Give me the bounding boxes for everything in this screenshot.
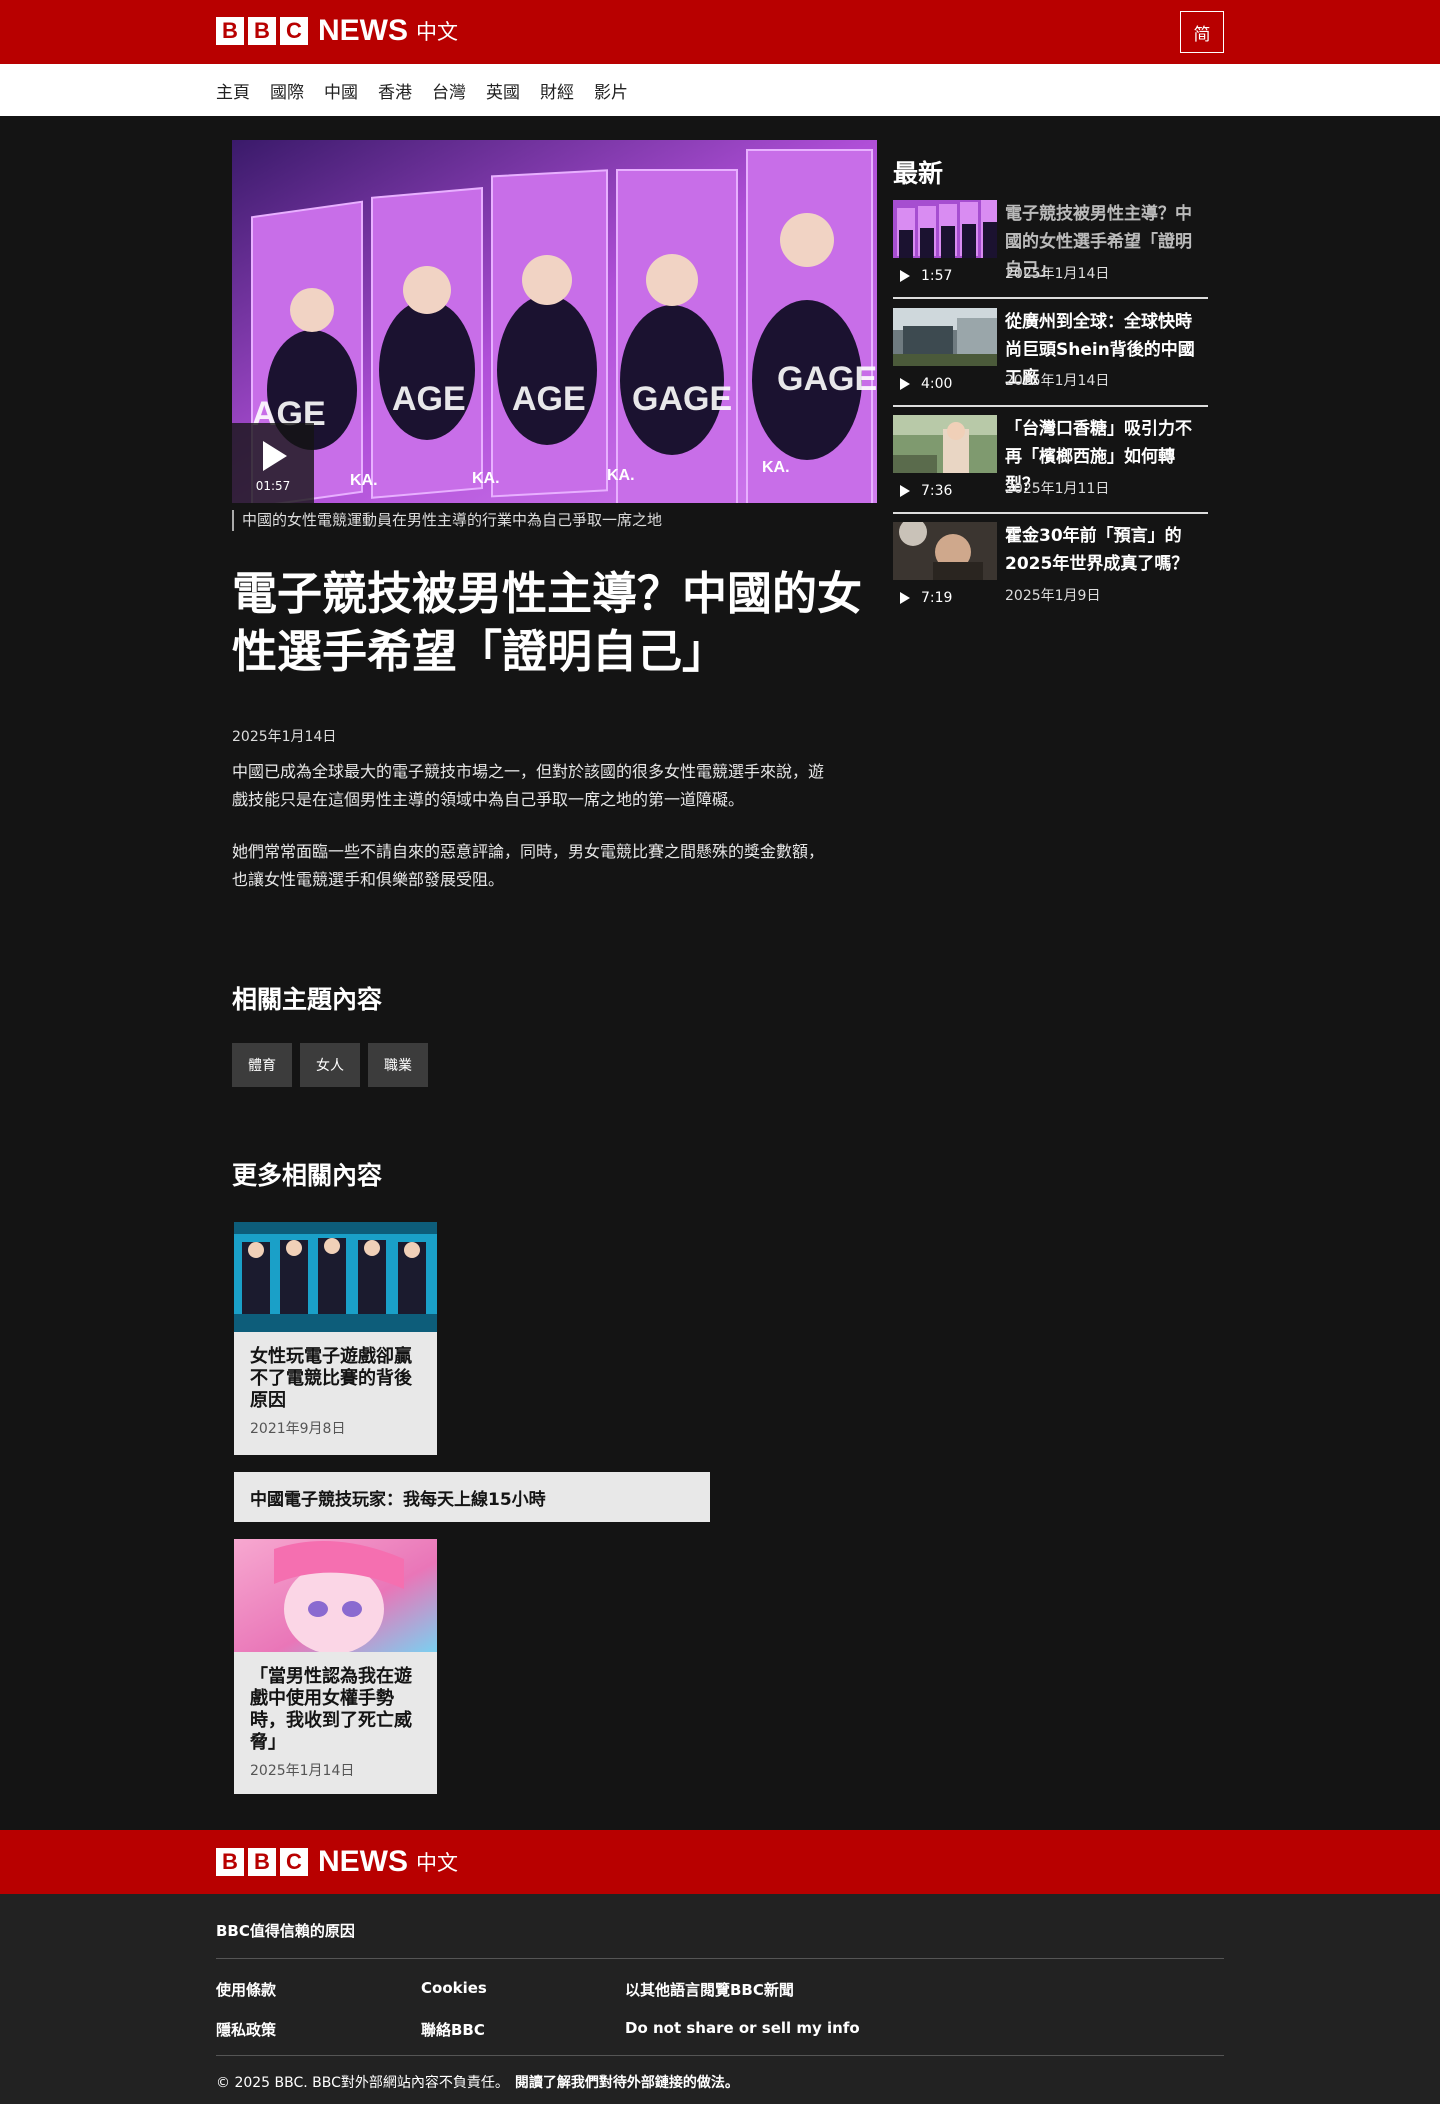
related-card-title: 「當男性認為我在遊戲中使用女權手勢時，我收到了死亡威脅」	[250, 1666, 412, 1753]
topic-tag-career[interactable]: 職業	[368, 1043, 428, 1087]
latest-title: 最新	[893, 159, 944, 188]
latest-item-date: 2025年1月11日	[1005, 481, 1110, 497]
related-card[interactable]: 「當男性認為我在遊戲中使用女權手勢時，我收到了死亡威脅」 2025年1月14日	[234, 1539, 437, 1794]
latest-item[interactable]: 1:57 電子競技被男性主導？中國的女性選手希望「證明自己」 2025年1月14…	[893, 200, 1208, 300]
svg-text:AGE: AGE	[392, 380, 466, 418]
svg-text:KA.: KA.	[607, 467, 635, 484]
article-paragraph: 中國已成為全球最大的電子競技市場之一，但對於該國的很多女性電競選手來說，遊戲技能…	[232, 762, 825, 809]
topic-tag-sports[interactable]: 體育	[232, 1043, 292, 1087]
footer-link-other-languages[interactable]: 以其他語言閱覽BBC新聞	[625, 1979, 794, 2000]
nav-item-china[interactable]: 中國	[324, 78, 358, 103]
video-duration: 01:57	[255, 479, 291, 493]
latest-item-thumbnail	[893, 200, 997, 258]
related-link[interactable]: 中國電子競技玩家：我每天上線15小時	[234, 1472, 710, 1522]
logo-letter-b2: B	[248, 1848, 276, 1876]
nav-item-taiwan[interactable]: 台灣	[432, 78, 466, 103]
svg-text:AGE: AGE	[512, 380, 586, 418]
footer-copyright: © 2025 BBC. BBC對外部網站內容不負責任。 閱讀了解我們對待外部鏈接的…	[216, 2072, 739, 2092]
footer-brand-band: B B C NEWS 中文	[0, 1830, 1440, 1894]
latest-item-duration: 7:19	[893, 588, 997, 608]
latest-item-title: 霍金30年前「預言」的2025年世界成真了嗎？	[1005, 526, 1189, 574]
latest-item-date: 2025年1月14日	[1005, 266, 1110, 282]
footer-divider	[216, 1958, 1224, 1959]
related-card-image	[234, 1222, 437, 1332]
footer-trust-link[interactable]: BBC值得信賴的原因	[216, 1920, 355, 1941]
masthead: B B C NEWS 中文 简	[0, 0, 1440, 64]
latest-divider	[893, 512, 1208, 514]
latest-item-date: 2025年1月14日	[1005, 373, 1110, 389]
latest-item-thumbnail	[893, 308, 997, 366]
script-toggle-button[interactable]: 简	[1180, 11, 1224, 53]
latest-item-duration: 4:00	[893, 374, 997, 394]
logo-letter-c: C	[280, 1848, 308, 1876]
related-topics-title: 相關主題內容	[232, 985, 383, 1014]
logo-news: NEWS	[318, 14, 408, 47]
footer-bbc-news-logo[interactable]: B B C NEWS 中文	[216, 1845, 458, 1878]
footer-link-contact[interactable]: 聯絡BBC	[421, 2019, 485, 2040]
related-card[interactable]: 女性玩電子遊戲卻贏不了電競比賽的背後原因 2021年9月8日	[234, 1222, 437, 1455]
article-headline: 電子競技被男性主導？中國的女性選手希望「證明自己」	[232, 567, 863, 678]
latest-item-duration: 1:57	[893, 266, 997, 286]
play-icon	[900, 270, 910, 282]
nav-item-video[interactable]: 影片	[594, 78, 628, 103]
footer-link-privacy[interactable]: 隱私政策	[216, 2019, 276, 2040]
bbc-news-logo[interactable]: B B C NEWS 中文	[216, 14, 458, 47]
video-caption: 中國的女性電競運動員在男性主導的行業中為自己爭取一席之地	[232, 510, 662, 531]
latest-item-date: 2025年1月9日	[1005, 588, 1101, 604]
logo-letter-b2: B	[248, 17, 276, 45]
footer-link-cookies[interactable]: Cookies	[421, 1979, 487, 1997]
latest-divider	[893, 297, 1208, 299]
article-paragraph: 她們常常面臨一些不請自來的惡意評論，同時，男女電競比賽之間懸殊的獎金數額，也讓女…	[232, 842, 825, 889]
svg-text:GAGE: GAGE	[632, 380, 732, 418]
latest-item[interactable]: 7:36 「台灣口香糖」吸引力不再「檳榔西施」如何轉型？ 2025年1月11日	[893, 415, 1208, 515]
more-related-title: 更多相關內容	[232, 1161, 383, 1190]
play-icon	[900, 592, 910, 604]
topic-tags: 體育 女人 職業	[232, 1043, 436, 1087]
copyright-text: © 2025 BBC. BBC對外部網站內容不負責任。	[216, 2075, 509, 2091]
nav-item-home[interactable]: 主頁	[216, 78, 250, 103]
latest-item[interactable]: 7:19 霍金30年前「預言」的2025年世界成真了嗎？ 2025年1月9日	[893, 522, 1208, 622]
logo-language: 中文	[416, 1851, 458, 1875]
related-card-date: 2021年9月8日	[250, 1421, 346, 1437]
play-icon	[900, 378, 910, 390]
hero-video[interactable]: AGE AGE AGE GAGE GAGE KA. KA. KA. KA. 01…	[232, 140, 877, 503]
nav-item-finance[interactable]: 財經	[540, 78, 574, 103]
latest-item[interactable]: 4:00 從廣州到全球：全球快時尚巨頭Shein背後的中國工廠 2025年1月1…	[893, 308, 1208, 408]
svg-text:KA.: KA.	[472, 470, 500, 487]
related-card-title: 女性玩電子遊戲卻贏不了電競比賽的背後原因	[250, 1346, 412, 1411]
latest-item-thumbnail	[893, 415, 997, 473]
logo-letter-c: C	[280, 17, 308, 45]
topic-tag-women[interactable]: 女人	[300, 1043, 360, 1087]
logo-language: 中文	[416, 20, 458, 44]
latest-item-thumbnail	[893, 522, 997, 580]
latest-divider	[893, 405, 1208, 407]
related-card-date: 2025年1月14日	[250, 1763, 355, 1779]
logo-news: NEWS	[318, 1845, 408, 1878]
logo-letter-b1: B	[216, 1848, 244, 1876]
play-icon	[263, 441, 287, 471]
video-play-button[interactable]: 01:57	[232, 423, 314, 503]
nav-item-uk[interactable]: 英國	[486, 78, 520, 103]
play-icon	[900, 485, 910, 497]
article-date: 2025年1月14日	[232, 729, 337, 745]
hero-video-image: AGE AGE AGE GAGE GAGE KA. KA. KA. KA.	[232, 140, 877, 503]
footer-link-terms[interactable]: 使用條款	[216, 1979, 276, 2000]
footer-link-do-not-share[interactable]: Do not share or sell my info	[625, 2019, 860, 2037]
external-links-policy-link[interactable]: 閱讀了解我們對待外部鏈接的做法。	[515, 2075, 739, 2091]
nav-bar: 主頁 國際 中國 香港 台灣 英國 財經 影片	[0, 64, 1440, 116]
nav-item-international[interactable]: 國際	[270, 78, 304, 103]
latest-item-duration: 7:36	[893, 481, 997, 501]
related-card-image	[234, 1539, 437, 1652]
logo-letter-b1: B	[216, 17, 244, 45]
svg-text:KA.: KA.	[762, 459, 790, 476]
svg-text:GAGE: GAGE	[777, 360, 877, 398]
svg-text:KA.: KA.	[350, 472, 378, 489]
footer-divider	[216, 2055, 1224, 2056]
nav-item-hongkong[interactable]: 香港	[378, 78, 412, 103]
